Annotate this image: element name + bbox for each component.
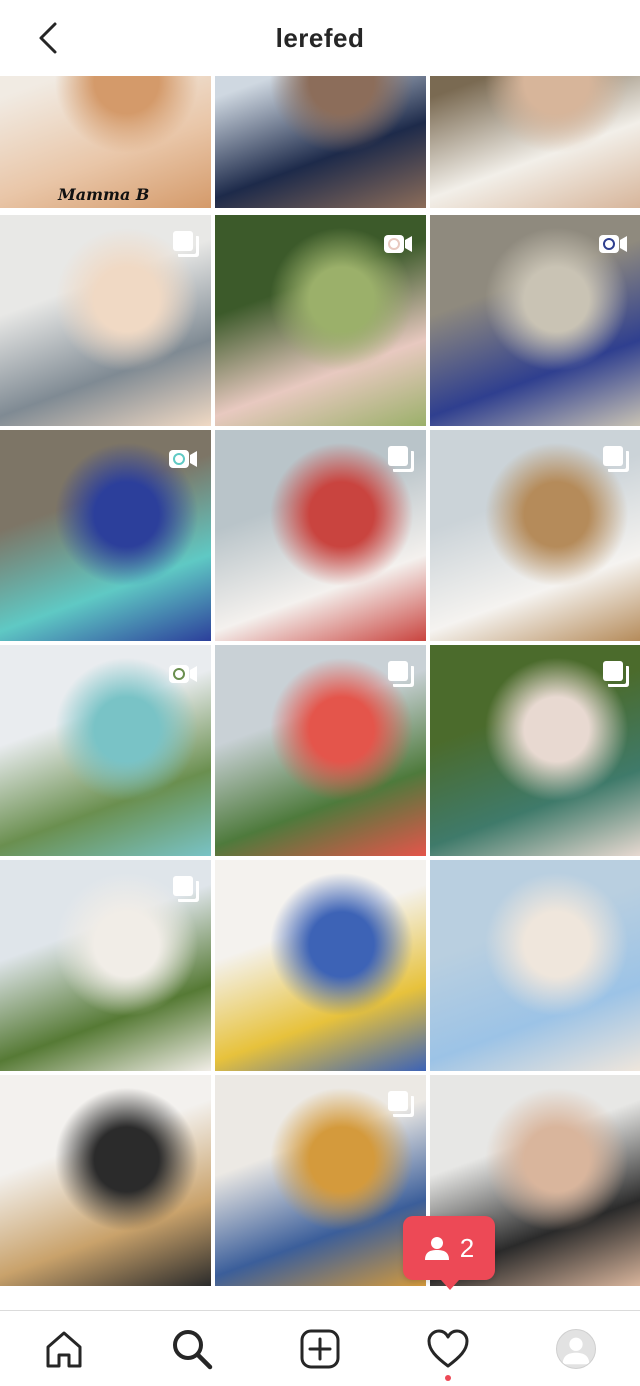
grid-tile[interactable] bbox=[0, 215, 211, 426]
carousel-icon bbox=[388, 661, 414, 687]
carousel-icon bbox=[603, 661, 629, 687]
avatar bbox=[556, 1328, 596, 1369]
activity-notification-popup[interactable]: 2 bbox=[403, 1216, 495, 1290]
video-icon bbox=[384, 235, 412, 253]
video-icon bbox=[599, 235, 627, 253]
grid-tile[interactable] bbox=[0, 430, 211, 641]
grid-tile[interactable] bbox=[215, 430, 426, 641]
tab-profile[interactable] bbox=[544, 1317, 608, 1381]
person-icon bbox=[424, 1237, 449, 1260]
carousel-icon bbox=[388, 1091, 414, 1117]
grid-tile[interactable] bbox=[430, 215, 640, 426]
photo-grid: Mamma B bbox=[0, 76, 640, 1310]
carousel-icon bbox=[388, 446, 414, 472]
search-icon bbox=[173, 1329, 213, 1369]
tab-new-post[interactable] bbox=[288, 1317, 352, 1381]
grid-tile[interactable] bbox=[215, 860, 426, 1071]
plus-square-icon bbox=[300, 1329, 340, 1368]
video-icon bbox=[169, 450, 197, 468]
tab-activity[interactable] bbox=[416, 1317, 480, 1381]
grid-tile[interactable] bbox=[430, 645, 640, 856]
tab-home[interactable] bbox=[32, 1317, 96, 1381]
grid-tile[interactable] bbox=[0, 1075, 211, 1286]
chevron-left-icon bbox=[39, 22, 57, 54]
heart-icon bbox=[427, 1329, 469, 1367]
back-button[interactable] bbox=[28, 18, 68, 58]
bottom-tab-bar bbox=[0, 1310, 640, 1386]
profile-username: lerefed bbox=[275, 22, 365, 53]
carousel-icon bbox=[173, 231, 199, 257]
grid-tile[interactable] bbox=[215, 645, 426, 856]
video-icon bbox=[169, 665, 197, 683]
top-header: lerefed bbox=[0, 0, 640, 76]
carousel-icon bbox=[173, 876, 199, 902]
grid-tile[interactable] bbox=[215, 1075, 426, 1286]
carousel-icon bbox=[603, 446, 629, 472]
tab-search[interactable] bbox=[160, 1317, 224, 1381]
home-icon bbox=[46, 1331, 82, 1367]
notification-dot bbox=[445, 1374, 451, 1381]
grid-tile[interactable] bbox=[430, 430, 640, 641]
grid-tile[interactable]: Mamma B bbox=[0, 76, 211, 208]
grid-tile[interactable] bbox=[0, 645, 211, 856]
avatar-icon bbox=[562, 1337, 590, 1364]
grid-tile[interactable] bbox=[430, 76, 640, 208]
grid-tile[interactable] bbox=[0, 860, 211, 1071]
tile-caption-overlay: Mamma B bbox=[58, 185, 150, 204]
activity-count: 2 bbox=[459, 1232, 475, 1263]
grid-tile[interactable] bbox=[430, 860, 640, 1071]
grid-tile[interactable] bbox=[215, 76, 426, 208]
grid-tile[interactable] bbox=[215, 215, 426, 426]
